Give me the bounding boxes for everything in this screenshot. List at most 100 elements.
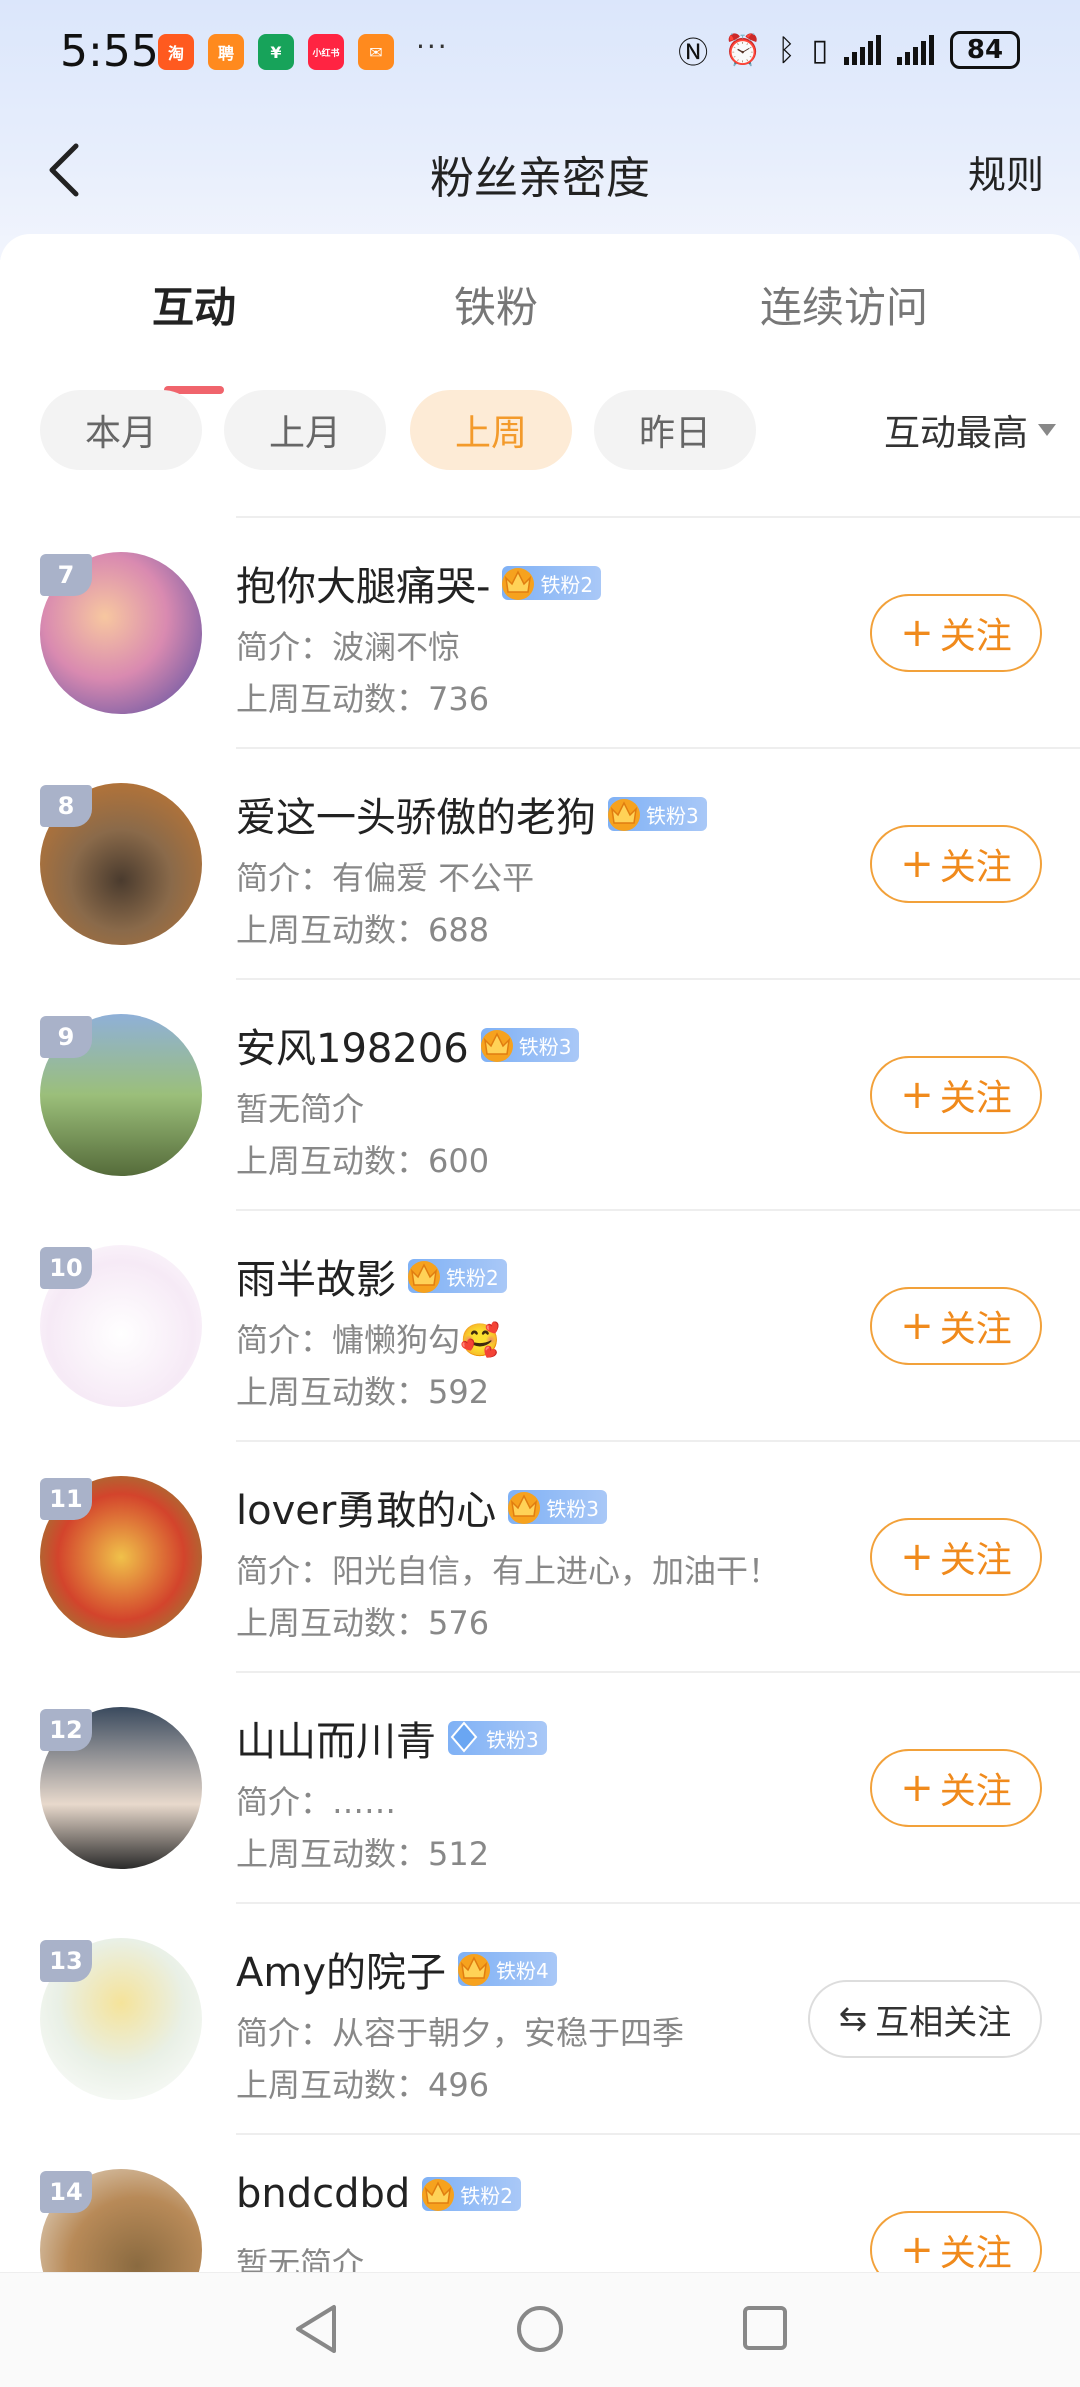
follow-button[interactable]: + 关注 xyxy=(870,1056,1042,1134)
rank-badge: 11 xyxy=(40,1478,92,1520)
iron-fan-badge: 铁粉3 xyxy=(480,1028,580,1062)
iron-fan-badge: 铁粉2 xyxy=(408,1259,507,1293)
fan-name[interactable]: 安风198206 xyxy=(236,1016,469,1074)
tab-iron-fans[interactable]: 铁粉 xyxy=(454,274,538,335)
fan-row[interactable]: 7 抱你大腿痛哭- 铁粉2 简介：波澜不惊 上周互动数：736 + 关注 xyxy=(0,516,1080,747)
zhipin-icon: 聘 xyxy=(208,34,244,70)
system-navigation-bar xyxy=(0,2272,1080,2387)
iron-fan-badge-label: 铁粉3 xyxy=(646,803,699,828)
iron-fan-badge: 铁粉3 xyxy=(608,797,707,831)
iron-fan-badge: 铁粉3 xyxy=(508,1490,608,1524)
fan-name-line[interactable]: Amy的院子 铁粉4 xyxy=(236,1940,557,1998)
fan-name[interactable]: 雨半故影 xyxy=(236,1247,396,1305)
rules-button[interactable]: 规则 xyxy=(968,144,1044,199)
iron-fan-badge: 铁粉3 xyxy=(448,1721,547,1755)
follow-label: 关注 xyxy=(939,2233,1012,2274)
filter-last-week[interactable]: 上周 xyxy=(410,390,572,470)
filter-last-month[interactable]: 上月 xyxy=(224,390,386,470)
fan-name-line[interactable]: 抱你大腿痛哭- 铁粉2 xyxy=(236,554,602,612)
rank-badge: 9 xyxy=(40,1016,92,1058)
fan-name-line[interactable]: 山山而川青 铁粉3 xyxy=(236,1709,547,1767)
system-icons: Ⓝ ⏰ ᛒ ▯ 84 xyxy=(678,28,1020,72)
page-title: 粉丝亲密度 xyxy=(430,153,650,204)
iron-fan-badge: 铁粉4 xyxy=(458,1952,557,1986)
fan-row[interactable]: 12 山山而川青 铁粉3 简介：…… 上周互动数：512 + 关注 xyxy=(0,1671,1080,1902)
plus-icon: + xyxy=(900,2227,934,2273)
fan-row[interactable]: 11 lover勇敢的心 铁粉3 简介：阳光自信，有上进心，加油干！ 上周互动数：576… xyxy=(0,1440,1080,1671)
nav-back-button[interactable] xyxy=(292,2303,340,2359)
fan-row[interactable]: 13 Amy的院子 铁粉4 简介：从容于朝夕，安稳于四季 上周互动数：496 ⇆ 互相关注 xyxy=(0,1902,1080,2133)
filter-this-month[interactable]: 本月 xyxy=(40,390,202,470)
crown-icon xyxy=(404,1255,444,1295)
square-recents-icon xyxy=(743,2306,787,2350)
fan-name[interactable]: bndcdbd xyxy=(236,2171,410,2217)
plus-icon: + xyxy=(900,610,934,656)
sort-dropdown[interactable]: 互动最高 xyxy=(884,404,1056,456)
iron-fan-badge-label: 铁粉2 xyxy=(446,1265,499,1290)
main-card: 互动 铁粉 连续访问 本月 上月 上周 昨日 互动最高 7 抱你大腿痛哭- 铁粉2 简… xyxy=(0,234,1080,2331)
fan-row[interactable]: 9 安风198206 铁粉3 暂无简介 上周互动数：600 + 关注 xyxy=(0,978,1080,1209)
fan-name-line[interactable]: 雨半故影 铁粉2 xyxy=(236,1247,507,1305)
signal-icon xyxy=(844,35,881,65)
iron-fan-badge-label: 铁粉2 xyxy=(460,2183,514,2208)
row-divider xyxy=(236,2133,1080,2135)
interaction-count: 上周互动数：736 xyxy=(236,680,490,718)
fan-name[interactable]: 爱这一头骄傲的老狗 xyxy=(236,785,596,843)
iron-fan-badge-label: 铁粉3 xyxy=(486,1727,539,1752)
plus-icon: + xyxy=(900,1534,934,1580)
rank-badge: 12 xyxy=(40,1709,92,1751)
mutual-follow-button[interactable]: ⇆ 互相关注 xyxy=(808,1980,1042,2058)
iron-fan-badge-label: 铁粉3 xyxy=(518,1034,572,1059)
follow-label: 关注 xyxy=(939,1078,1012,1119)
fan-name-line[interactable]: 爱这一头骄傲的老狗 铁粉3 xyxy=(236,785,707,843)
follow-button[interactable]: + 关注 xyxy=(870,825,1042,903)
battery-icon: 84 xyxy=(950,31,1020,69)
interaction-count: 上周互动数：496 xyxy=(236,2066,490,2104)
row-divider xyxy=(236,1440,1080,1442)
iron-fan-badge-label: 铁粉2 xyxy=(540,572,594,597)
tab-bar: 互动 铁粉 连续访问 xyxy=(0,274,1080,394)
fan-row[interactable]: 10 雨半故影 铁粉2 简介：慵懒狗勾🥰 上周互动数：592 + 关注 xyxy=(0,1209,1080,1440)
fan-name[interactable]: Amy的院子 xyxy=(236,1940,446,1998)
fan-name-line[interactable]: lover勇敢的心 铁粉3 xyxy=(236,1478,608,1536)
row-divider xyxy=(236,1671,1080,1673)
fan-name[interactable]: 抱你大腿痛哭- xyxy=(236,554,490,612)
mail-icon: ✉ xyxy=(358,34,394,70)
rank-badge: 7 xyxy=(40,554,92,596)
xiaohongshu-icon: 小红书 xyxy=(308,34,344,70)
fan-name-line[interactable]: bndcdbd 铁粉2 xyxy=(236,2171,522,2217)
iron-fan-badge: 铁粉2 xyxy=(502,566,602,600)
iron-fan-badge: 铁粉2 xyxy=(422,2177,522,2211)
tab-continuous-visits[interactable]: 连续访问 xyxy=(760,274,928,335)
rank-badge: 10 xyxy=(40,1247,92,1289)
fan-name[interactable]: 山山而川青 xyxy=(236,1709,436,1767)
interaction-count: 上周互动数：576 xyxy=(236,1604,490,1642)
crown-icon xyxy=(477,1024,517,1064)
row-divider xyxy=(236,747,1080,749)
follow-button[interactable]: + 关注 xyxy=(870,1518,1042,1596)
row-divider xyxy=(236,1902,1080,1904)
nav-recents-button[interactable] xyxy=(740,2303,790,2357)
iron-fan-badge-label: 铁粉3 xyxy=(546,1496,600,1521)
rank-badge: 13 xyxy=(40,1940,92,1982)
more-notifications: ··· xyxy=(416,30,449,63)
wallet-icon: ¥ xyxy=(258,34,294,70)
fan-row[interactable]: 8 爱这一头骄傲的老狗 铁粉3 简介：有偏爱 不公平 上周互动数：688 + 关注 xyxy=(0,747,1080,978)
fan-name[interactable]: lover勇敢的心 xyxy=(236,1478,496,1536)
tab-interaction[interactable]: 互动 xyxy=(152,274,236,335)
vibrate-icon: ▯ xyxy=(811,32,828,68)
row-divider xyxy=(236,516,1080,518)
nav-home-button[interactable] xyxy=(514,2303,566,2359)
plus-icon: + xyxy=(900,1072,934,1118)
nav-bar: 粉丝亲密度 规则 xyxy=(0,120,1080,230)
follow-label: 关注 xyxy=(939,1309,1012,1350)
fan-name-line[interactable]: 安风198206 铁粉3 xyxy=(236,1016,580,1074)
filter-yesterday[interactable]: 昨日 xyxy=(594,390,756,470)
alarm-icon: ⏰ xyxy=(724,32,762,68)
plus-icon: + xyxy=(900,841,934,887)
follow-button[interactable]: + 关注 xyxy=(870,594,1042,672)
interaction-count: 上周互动数：688 xyxy=(236,911,490,949)
interaction-count: 上周互动数：512 xyxy=(236,1835,490,1873)
follow-button[interactable]: + 关注 xyxy=(870,1287,1042,1365)
follow-button[interactable]: + 关注 xyxy=(870,1749,1042,1827)
